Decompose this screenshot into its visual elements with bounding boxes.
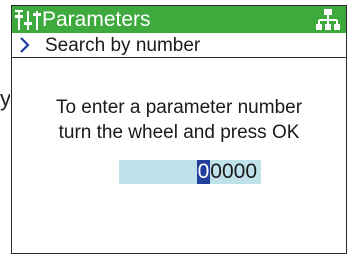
menu-item-label: Search by number bbox=[45, 35, 201, 56]
active-digit-cursor[interactable]: 0 bbox=[196, 160, 211, 184]
parameter-number-value: 00000 bbox=[196, 160, 257, 184]
instruction-line-2: turn the wheel and press OK bbox=[58, 122, 300, 143]
chevron-right-icon bbox=[19, 36, 31, 54]
network-icon bbox=[316, 9, 340, 31]
menu-item-search-by-number[interactable]: Search by number bbox=[12, 33, 346, 58]
title-bar: Parameters bbox=[12, 6, 346, 33]
stray-text: y bbox=[0, 86, 10, 111]
instruction-text: To enter a parameter number turn the whe… bbox=[12, 95, 346, 145]
remaining-digits: 0000 bbox=[210, 160, 257, 183]
parameter-number-input[interactable]: 00000 bbox=[119, 160, 261, 184]
device-screen: Parameters Search by number To enter a p… bbox=[11, 5, 347, 254]
page-title: Parameters bbox=[42, 8, 151, 31]
parameters-icon bbox=[15, 9, 41, 31]
instruction-line-1: To enter a parameter number bbox=[55, 97, 303, 118]
